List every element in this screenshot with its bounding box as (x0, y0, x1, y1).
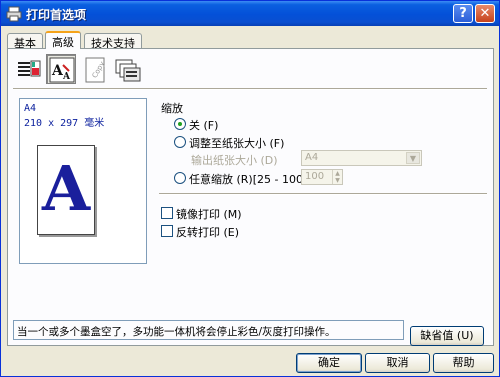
output-paper-size-select[interactable]: A4 ▼ (301, 150, 422, 166)
mirror-print-label[interactable]: 镜像打印 (M) (176, 206, 242, 222)
restore-defaults-button[interactable]: 缺省值 (U) (410, 326, 484, 346)
scaling-off-radio[interactable] (174, 118, 186, 130)
fit-to-paper-radio[interactable] (174, 136, 186, 148)
device-options-icon[interactable] (112, 54, 142, 84)
preview-paper: A (37, 145, 95, 235)
toolbar-divider (13, 88, 487, 90)
watermark-icon[interactable]: Copy (79, 54, 109, 84)
ok-button[interactable]: 确定 (296, 353, 362, 373)
reverse-print-label[interactable]: 反转打印 (E) (176, 224, 239, 240)
free-scale-spinner[interactable]: 100 ▲ ▼ (301, 169, 343, 185)
scaling-icon[interactable]: A A (46, 54, 76, 84)
free-scale-value: 100 (305, 171, 325, 182)
paper-size-dimensions: 210 x 297 毫米 (24, 118, 105, 129)
free-scale-radio[interactable] (174, 172, 186, 184)
output-paper-size-value: A4 (305, 152, 319, 163)
tab-basic[interactable]: 基本 (7, 33, 43, 50)
svg-text:A: A (62, 72, 71, 82)
tab-advanced[interactable]: 高级 (45, 31, 81, 49)
help-button[interactable]: 帮助 (433, 353, 494, 373)
print-preferences-dialog: 打印首选项 ? ✕ 基本 高级 技术支持 A A Copy A4 210 x 2… (0, 0, 500, 377)
paper-size-name: A4 (24, 103, 37, 114)
reverse-print-checkbox[interactable] (161, 225, 173, 237)
scaling-off-label[interactable]: 关 (F) (189, 117, 218, 133)
tab-support[interactable]: 技术支持 (84, 33, 142, 50)
options-divider (159, 193, 487, 195)
printer-icon (6, 6, 22, 22)
spinner-arrows-icon[interactable]: ▲ ▼ (332, 170, 342, 184)
fit-to-paper-label[interactable]: 调整至纸张大小 (F) (189, 135, 284, 151)
output-paper-size-label: 输出纸张大小 (D) (191, 154, 278, 167)
preview-letter: A (41, 152, 91, 225)
mirror-print-checkbox[interactable] (161, 207, 173, 219)
status-message: 当一个或多个墨盒空了，多功能一体机将会停止彩色/灰度打印操作。 (13, 320, 404, 340)
window-title: 打印首选项 (26, 8, 87, 22)
cancel-button[interactable]: 取消 (365, 353, 430, 373)
help-title-button[interactable]: ? (453, 4, 473, 23)
print-quality-icon[interactable] (13, 54, 43, 84)
close-button[interactable]: ✕ (475, 4, 495, 23)
title-bar[interactable]: 打印首选项 ? ✕ (1, 1, 499, 26)
scaling-heading: 缩放 (161, 102, 183, 115)
chevron-down-icon: ▼ (406, 152, 420, 164)
